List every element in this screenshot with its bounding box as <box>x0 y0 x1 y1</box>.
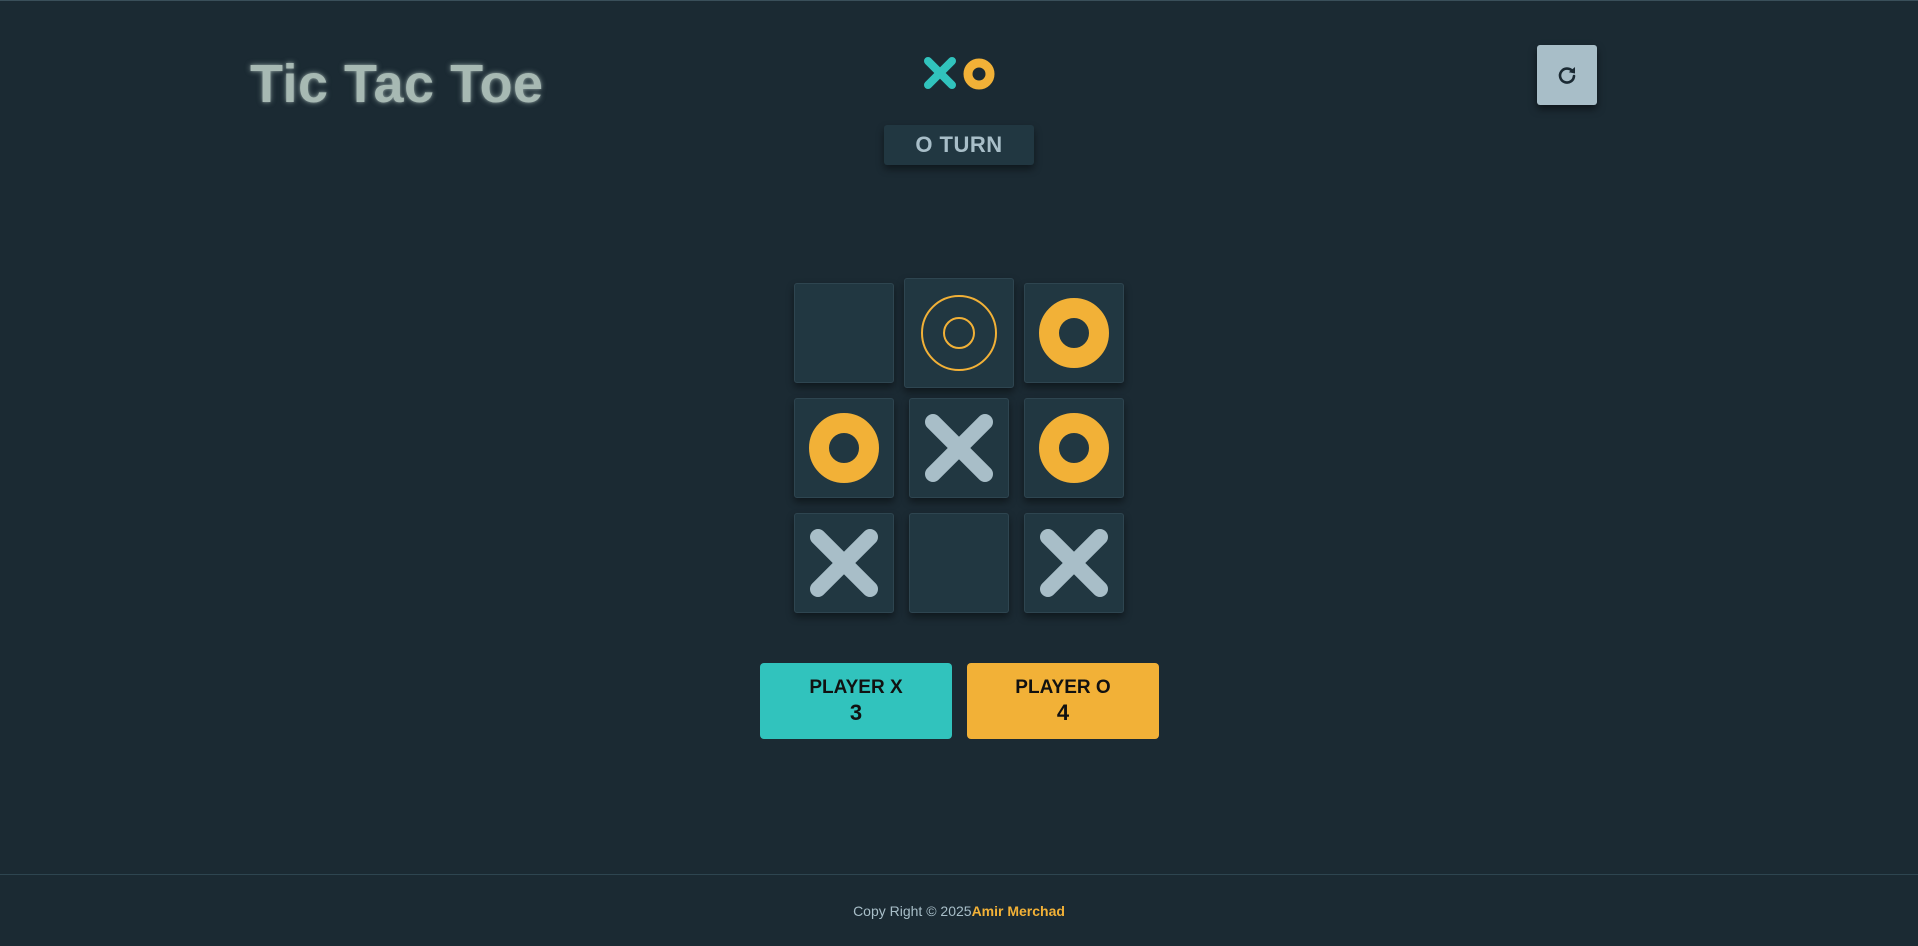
author-name: Amir Merchad <box>971 903 1065 919</box>
board-cell-9[interactable] <box>1024 513 1124 613</box>
o-mark-icon <box>963 58 995 90</box>
o-mark-icon <box>1039 413 1109 483</box>
board-cell-2[interactable] <box>904 278 1014 388</box>
x-mark-icon <box>924 57 956 89</box>
copyright-text: Copy Right © 2025 <box>853 903 972 919</box>
board-cell-3[interactable] <box>1024 283 1124 383</box>
player-x-label: PLAYER X <box>809 677 903 698</box>
board-cell-5[interactable] <box>909 398 1009 498</box>
x-mark-icon <box>1040 529 1108 597</box>
footer: Copy Right © 2025 Amir Merchad <box>0 874 1918 946</box>
restart-icon <box>1558 67 1576 84</box>
board-cell-1[interactable] <box>794 283 894 383</box>
game-page: Tic Tac Toe O TURN PLAYER X 3 PLAYER O 4… <box>0 0 1918 946</box>
player-o-score-card: PLAYER O 4 <box>967 663 1159 739</box>
o-mark-icon <box>809 413 879 483</box>
player-o-label: PLAYER O <box>1015 677 1111 698</box>
board-cell-7[interactable] <box>794 513 894 613</box>
board-cell-4[interactable] <box>794 398 894 498</box>
logo <box>922 57 998 93</box>
x-mark-icon <box>810 529 878 597</box>
board-cell-8[interactable] <box>909 513 1009 613</box>
o-outline-icon <box>921 295 997 371</box>
restart-button[interactable] <box>1537 45 1597 105</box>
player-o-score: 4 <box>1056 700 1070 725</box>
player-x-score-card: PLAYER X 3 <box>760 663 952 739</box>
turn-indicator: O TURN <box>884 125 1034 165</box>
board-cell-6[interactable] <box>1024 398 1124 498</box>
x-mark-icon <box>925 414 993 482</box>
player-x-score: 3 <box>849 700 863 725</box>
page-title: Tic Tac Toe <box>250 54 544 114</box>
o-mark-icon <box>1039 298 1109 368</box>
